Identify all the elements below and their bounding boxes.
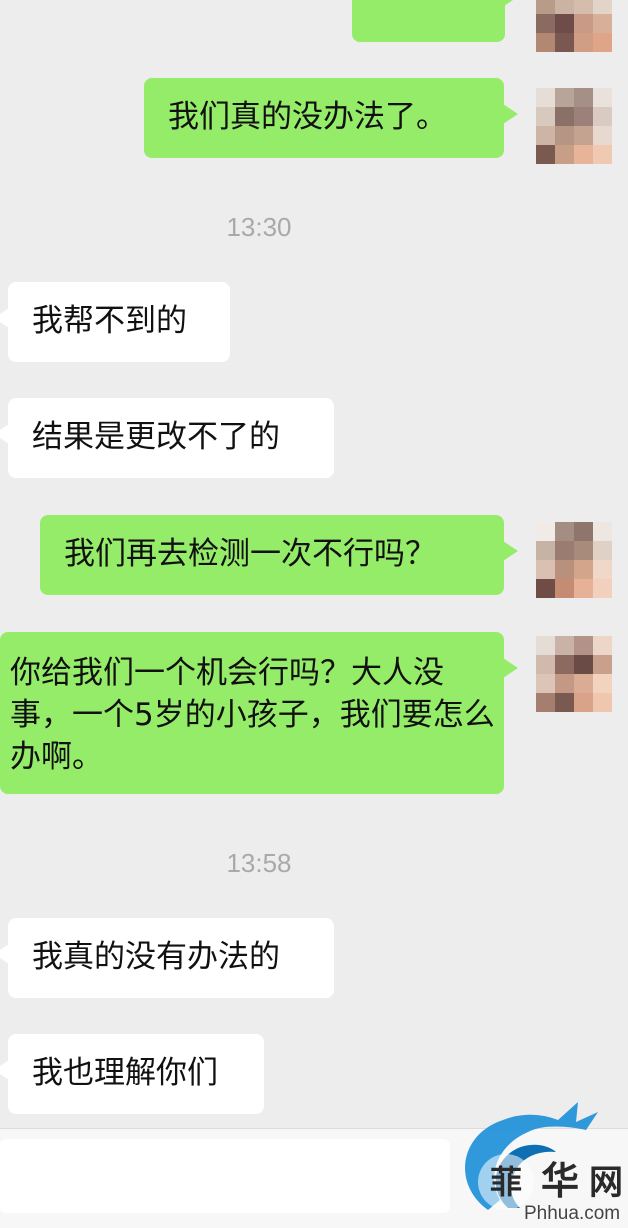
message-text: 我也理解你们 <box>32 1055 218 1091</box>
message-text: 我们再去检测一次不行吗？ <box>64 536 436 572</box>
message-bubble-received[interactable]: 我帮不到的 <box>0 282 230 362</box>
sender-avatar[interactable] <box>536 0 612 52</box>
message-bubble-sent[interactable]: 我们再去检测一次不行吗？ <box>40 515 518 595</box>
sender-avatar[interactable] <box>536 522 612 598</box>
watermark-site-text: Phhua.com <box>524 1203 621 1224</box>
message-bubble-received[interactable]: 我真的没有办法的 <box>0 918 334 998</box>
sender-avatar[interactable] <box>536 88 612 164</box>
timestamp: 13:58 <box>226 848 292 878</box>
message-bubble-sent[interactable]: 我们真的没办法了。 <box>144 78 518 158</box>
message-text: 结果是更改不了的 <box>32 419 280 455</box>
timestamp: 13:30 <box>226 212 292 242</box>
message-bubble-sent[interactable]: 你给我们一个机会行吗？大人没事，一个5岁的小孩子，我们要怎么办啊。 <box>0 632 518 794</box>
message-text: 我真的没有办法的 <box>32 939 280 975</box>
message-bubble-received[interactable]: 结果是更改不了的 <box>0 398 334 478</box>
svg-text:菲: 菲 <box>490 1163 522 1201</box>
sender-avatar[interactable] <box>536 636 612 712</box>
message-text: 你给我们一个机会行吗？大人没事，一个5岁的小孩子，我们要怎么办啊。 <box>10 655 495 775</box>
previous-message-bubble-partial <box>352 0 519 42</box>
svg-text:华: 华 <box>541 1158 579 1203</box>
svg-text:网: 网 <box>589 1163 623 1203</box>
message-input[interactable] <box>0 1139 450 1213</box>
message-text: 我们真的没办法了。 <box>168 99 447 135</box>
message-bubble-received[interactable]: 我也理解你们 <box>0 1034 264 1114</box>
message-text: 我帮不到的 <box>32 303 187 339</box>
